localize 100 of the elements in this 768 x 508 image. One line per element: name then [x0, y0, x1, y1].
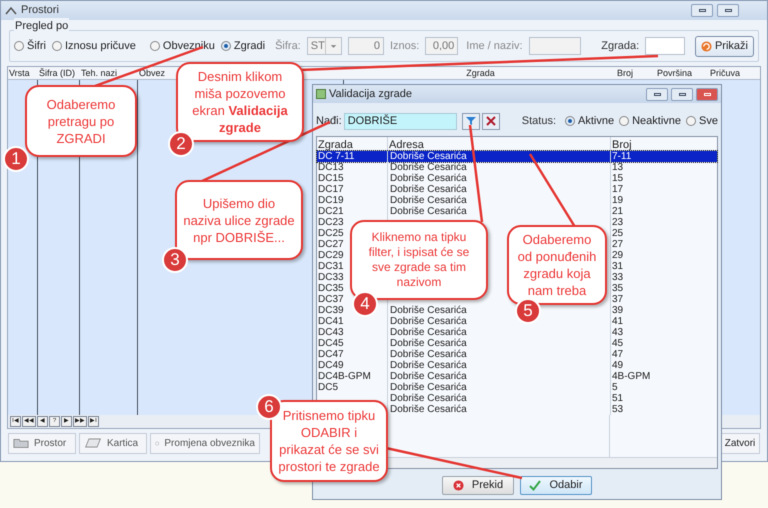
- radio-label: Iznosu pričuve: [64, 38, 136, 54]
- field-label: Iznos:: [390, 38, 420, 54]
- callout-text: Odaberemo pretragu po ZGRADI: [46, 96, 116, 146]
- search-field[interactable]: DOBRIŠE: [344, 112, 457, 130]
- number-text: 35: [612, 283, 624, 294]
- address-text: Dobriše Cesarića: [390, 393, 467, 404]
- column-header[interactable]: Adresa: [389, 139, 424, 151]
- radio-button[interactable]: [52, 41, 62, 51]
- cross-icon: [486, 116, 496, 126]
- building-field[interactable]: [645, 37, 685, 55]
- selected-row[interactable]: DC 7-11 Dobriše Cesarića 7-11: [317, 151, 717, 162]
- building-code: DC49: [318, 360, 344, 371]
- toolbar-button[interactable]: Kartica: [79, 432, 147, 454]
- radio-button[interactable]: [686, 116, 696, 126]
- close-button[interactable]: Zatvori: [720, 432, 760, 454]
- field-label: Zgrada:: [601, 38, 640, 54]
- building-code: DC5: [318, 382, 338, 393]
- select-button[interactable]: Odabir: [520, 476, 592, 495]
- building-code: DC45: [318, 338, 344, 349]
- building-code: DC33: [318, 272, 344, 283]
- column-header[interactable]: Pričuva: [709, 67, 740, 79]
- card-icon: [84, 437, 102, 449]
- field-label: Šifra:: [275, 38, 301, 54]
- filter-icon: [466, 116, 476, 126]
- number-text: 33: [612, 272, 624, 283]
- number-text: 27: [612, 239, 624, 250]
- building-code: DC35: [318, 283, 344, 294]
- address-text: Dobriše Cesarića: [390, 162, 467, 173]
- filter-button[interactable]: [462, 112, 480, 130]
- address-text: Dobriše Cesarića: [390, 184, 467, 195]
- number-text: 37: [612, 294, 624, 305]
- column-header[interactable]: Broj: [616, 67, 634, 79]
- address-text: Dobriše Cesarića: [390, 206, 467, 217]
- address-text: Dobriše Cesarića: [390, 338, 467, 349]
- building-code: DC41: [318, 316, 344, 327]
- toolbar-button[interactable]: Prostor: [8, 432, 76, 454]
- number-text: 19: [612, 195, 624, 206]
- radio-label: Neaktivne: [632, 114, 682, 129]
- column-header[interactable]: Površina: [656, 67, 692, 79]
- maximize-button[interactable]: [671, 88, 693, 100]
- radio-button[interactable]: [14, 41, 24, 51]
- amount-field[interactable]: 0,00: [425, 37, 458, 55]
- radio-button[interactable]: [619, 116, 630, 126]
- cancel-button[interactable]: Prekid: [442, 476, 514, 495]
- close-button[interactable]: [696, 88, 718, 100]
- window-icon: [5, 6, 17, 16]
- number-text: 45: [612, 338, 624, 349]
- number-field[interactable]: 0: [348, 37, 384, 55]
- column-header[interactable]: Šifra (ID): [38, 67, 75, 79]
- cancel-icon: [452, 480, 464, 491]
- minimize-button[interactable]: [646, 88, 668, 100]
- show-button[interactable]: Prikaži: [694, 36, 754, 56]
- number-text: 43: [612, 327, 624, 338]
- address-text: Dobriše Cesarića: [390, 360, 467, 371]
- address-text: Dobriše Cesarića: [390, 327, 467, 338]
- address-text: Dobriše Cesarića: [390, 173, 467, 184]
- maximize-button[interactable]: [717, 4, 739, 17]
- building-code: DC21: [318, 206, 344, 217]
- column-header[interactable]: Teh. nazi: [80, 67, 118, 79]
- radio-label: Obvezniku: [162, 38, 215, 54]
- number-text: 5: [612, 382, 618, 393]
- grid-icon: [316, 89, 326, 99]
- toolbar-button[interactable]: Promjena obveznika: [150, 432, 260, 454]
- clear-filter-button[interactable]: [482, 112, 500, 130]
- column-header[interactable]: Obvez: [138, 67, 166, 79]
- column-header[interactable]: Zgrada: [465, 67, 495, 79]
- column-header[interactable]: Broj: [612, 139, 632, 151]
- column-header[interactable]: Zgrada: [318, 139, 353, 151]
- number-text: 53: [612, 404, 624, 415]
- radio-button[interactable]: [150, 41, 160, 51]
- number-text: 7-11: [612, 151, 632, 162]
- minimize-button[interactable]: [691, 4, 713, 17]
- address-text: Dobriše Cesarića: [390, 349, 467, 360]
- building-code: DC23: [318, 217, 344, 228]
- building-code: DC4B-GPM: [318, 371, 371, 382]
- callout-text: Upišemo dio naziva ulice zgrade npr DOBRIŠE...: [183, 194, 295, 246]
- number-text: 51: [612, 393, 624, 404]
- name-field[interactable]: [528, 37, 582, 55]
- field-label: Status:: [522, 114, 556, 129]
- radio-label: Sve: [699, 114, 718, 129]
- building-code: DC15: [318, 173, 344, 184]
- checkmark-icon: [529, 480, 542, 491]
- radio-label: Aktivne: [578, 114, 614, 129]
- dialog-title: Validacija zgrade: [329, 86, 412, 102]
- address-text: Dobriše Cesarića: [390, 316, 467, 327]
- column-header[interactable]: Vrsta: [8, 67, 30, 79]
- building-code: DC17: [318, 184, 344, 195]
- building-code: DC 7-11: [318, 151, 354, 162]
- code-dropdown[interactable]: ST: [306, 37, 342, 55]
- callout-text: Desnim klikom miša pozovemo ekran Validacija zgrade: [191, 68, 289, 136]
- radio-button[interactable]: [565, 116, 576, 126]
- field-label: Ime / naziv:: [466, 38, 523, 54]
- folder-icon: [13, 437, 29, 449]
- building-code: DC37: [318, 294, 344, 305]
- building-code: DC31: [318, 261, 344, 272]
- radio-button[interactable]: [220, 41, 231, 51]
- building-code: DC27: [318, 239, 344, 250]
- radio-label: Šifri: [27, 38, 46, 54]
- number-text: 25: [612, 228, 624, 239]
- window-title: Prostori: [21, 3, 59, 18]
